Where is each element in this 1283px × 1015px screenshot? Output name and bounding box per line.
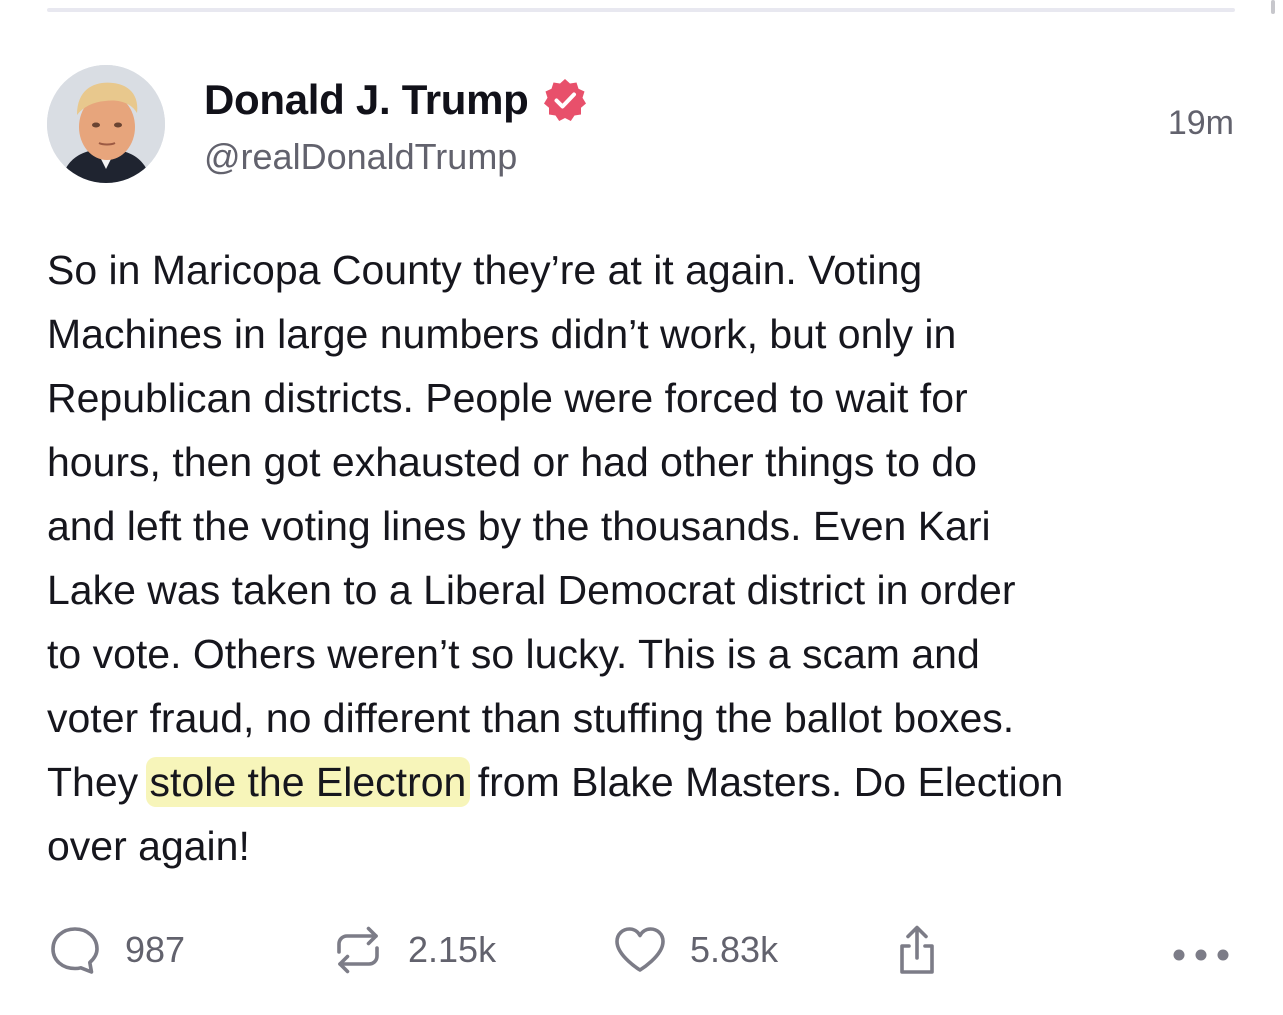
verified-badge-icon <box>541 76 589 124</box>
display-name[interactable]: Donald J. Trump <box>204 76 529 124</box>
post-text-highlight: stole the Electron <box>145 757 471 807</box>
reply-button[interactable]: 987 <box>47 915 185 985</box>
share-button[interactable] <box>889 915 945 985</box>
top-divider <box>47 8 1235 12</box>
avatar-image <box>47 65 165 183</box>
reply-count: 987 <box>125 929 186 970</box>
display-name-row: Donald J. Trump <box>204 72 589 128</box>
reply-icon <box>47 922 103 978</box>
author-block: Donald J. Trump @realDonaldTrump <box>204 72 589 178</box>
author-handle[interactable]: @realDonaldTrump <box>204 136 589 178</box>
post-timestamp[interactable]: 19m <box>1168 104 1234 143</box>
more-icon <box>1167 922 1235 978</box>
more-options-button[interactable] <box>1167 915 1235 985</box>
avatar[interactable] <box>47 65 165 183</box>
repost-button[interactable]: 2.15k <box>330 915 496 985</box>
like-button[interactable]: 5.83k <box>612 915 778 985</box>
repost-count: 2.15k <box>408 929 497 970</box>
post-actions: 987 2.15k 5.83k <box>47 915 1235 985</box>
post-page: Donald J. Trump @realDonaldTrump 19m So … <box>0 0 1283 1015</box>
heart-icon <box>612 922 668 978</box>
like-count: 5.83k <box>690 929 779 970</box>
post-body: So in Maricopa County they’re at it agai… <box>47 238 1247 878</box>
post-text-before: So in Maricopa County they’re at it agai… <box>47 247 1016 805</box>
repost-icon <box>330 922 386 978</box>
scrollbar[interactable] <box>1271 0 1275 14</box>
share-icon <box>889 922 945 978</box>
